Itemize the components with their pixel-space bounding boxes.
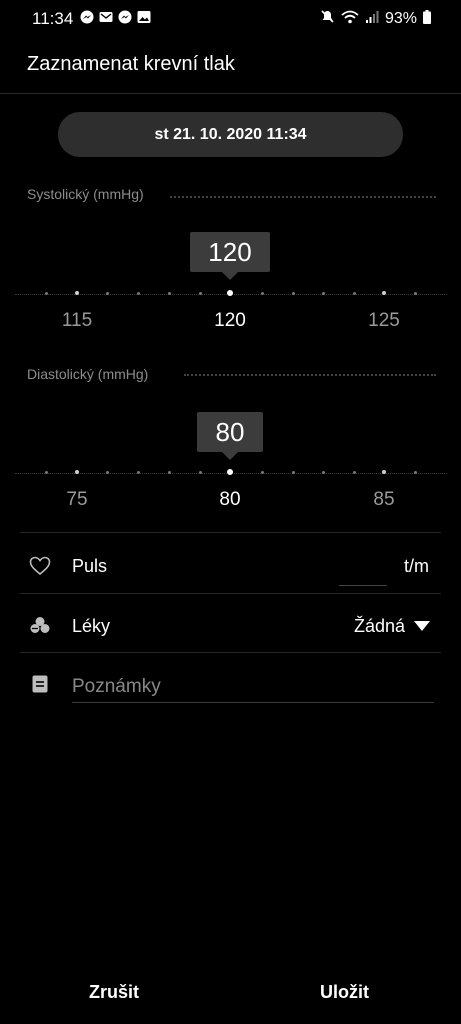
ruler-tick (137, 471, 140, 474)
pulse-label: Puls (72, 556, 108, 576)
ruler-tick (137, 292, 140, 295)
save-button[interactable]: Uložit (320, 982, 369, 1003)
ruler-tick (382, 291, 386, 295)
ruler-label: 115 (61, 310, 93, 331)
ruler-tick (199, 471, 202, 474)
notes-input[interactable] (72, 671, 434, 703)
ruler-tick (353, 292, 356, 295)
mail-icon (99, 10, 113, 24)
battery-icon (423, 9, 431, 29)
pulse-unit: t/m (404, 556, 429, 576)
ruler-tick (292, 471, 295, 474)
cancel-button[interactable]: Zrušit (89, 982, 139, 1003)
notification-icons (80, 10, 151, 24)
ruler-tick (292, 292, 295, 295)
ruler-tick (353, 471, 356, 474)
meds-label: Léky (72, 616, 111, 636)
heart-icon (29, 556, 51, 581)
ruler-tick (199, 292, 202, 295)
ruler-tick (168, 471, 171, 474)
ruler-label: 125 (368, 310, 400, 331)
systolic-value-bubble: 120 (190, 232, 270, 280)
ruler-tick (75, 470, 79, 474)
diastolic-separator (184, 374, 436, 376)
dropdown-arrow-icon (414, 621, 430, 631)
divider (20, 593, 441, 594)
ruler-tick (75, 291, 79, 295)
pills-icon (30, 616, 50, 639)
messenger-icon (118, 10, 132, 24)
status-bar: 11:34 93% (0, 0, 461, 38)
ruler-tick (45, 471, 48, 474)
diastolic-label: Diastolický (mmHg) (27, 366, 149, 382)
ruler-tick (322, 292, 325, 295)
ruler-label-current: 120 (214, 310, 246, 331)
ruler-tick (261, 471, 264, 474)
ruler-label: 75 (66, 489, 88, 510)
ruler-tick (382, 470, 386, 474)
diastolic-value-bubble: 80 (197, 412, 263, 460)
pulse-input[interactable] (339, 585, 387, 586)
systolic-label: Systolický (mmHg) (27, 186, 144, 202)
ruler-tick (261, 292, 264, 295)
datetime-button[interactable]: st 21. 10. 2020 11:34 (58, 112, 403, 157)
signal-icon (365, 10, 379, 29)
systolic-separator (170, 196, 436, 198)
divider (20, 652, 441, 653)
page-title: Zaznamenat krevní tlak (27, 53, 235, 75)
status-time: 11:34 (32, 9, 74, 28)
ruler-tick (45, 292, 48, 295)
gallery-icon (137, 10, 151, 24)
ruler-tick-current (227, 469, 233, 475)
divider (20, 532, 441, 533)
mute-icon (320, 9, 335, 29)
ruler-tick (106, 471, 109, 474)
status-right: 93% (320, 9, 431, 29)
wifi-icon (341, 10, 359, 29)
ruler-tick (322, 471, 325, 474)
ruler-tick (106, 292, 109, 295)
ruler-tick (414, 292, 417, 295)
note-icon (32, 675, 48, 698)
battery-percent: 93% (384, 10, 417, 27)
ruler-tick (168, 292, 171, 295)
meds-value: Žádná (354, 616, 406, 636)
messenger-icon (80, 10, 94, 24)
ruler-label: 85 (373, 489, 395, 510)
title-bar: Zaznamenat krevní tlak (0, 38, 461, 94)
ruler-tick (414, 471, 417, 474)
ruler-label-current: 80 (219, 489, 241, 510)
ruler-tick-current (227, 290, 233, 296)
